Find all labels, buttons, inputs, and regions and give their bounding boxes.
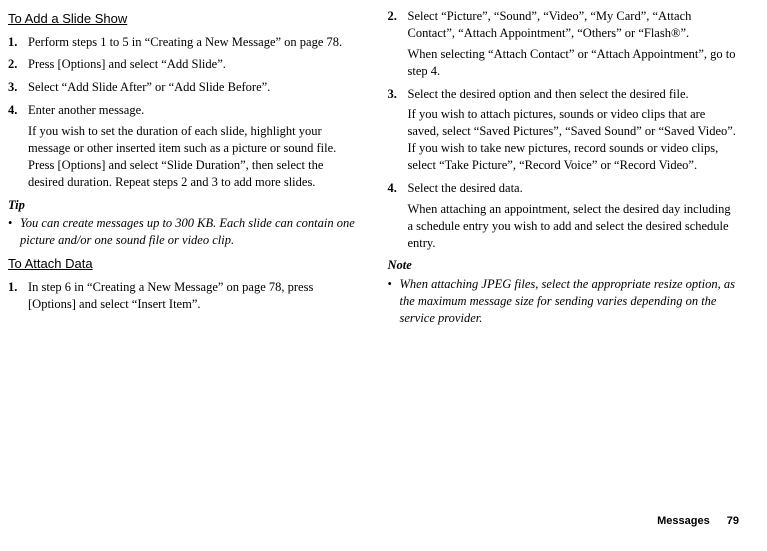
section-title-attach-data: To Attach Data	[8, 255, 360, 273]
footer-section-label: Messages	[657, 515, 710, 527]
step-number: 4.	[388, 180, 397, 197]
step-number: 2.	[8, 56, 17, 73]
note-label: Note	[388, 257, 740, 274]
step-number: 4.	[8, 102, 17, 119]
step-text: Select “Add Slide After” or “Add Slide B…	[28, 79, 360, 96]
list-item: 3. Select the desired option and then se…	[388, 86, 740, 174]
step-text: Perform steps 1 to 5 in “Creating a New …	[28, 34, 360, 51]
bullet-icon: •	[388, 276, 392, 293]
step-subtext: When selecting “Attach Contact” or “Atta…	[408, 46, 740, 80]
step-number: 3.	[8, 79, 17, 96]
step-subtext: If you wish to attach pictures, sounds o…	[408, 106, 740, 174]
note-list: • When attaching JPEG files, select the …	[388, 276, 740, 327]
list-item: 2. Press [Options] and select “Add Slide…	[8, 56, 360, 73]
page-footer: Messages 79	[657, 514, 739, 529]
right-column: 2. Select “Picture”, “Sound”, “Video”, “…	[388, 8, 740, 333]
tip-text: You can create messages up to 300 KB. Ea…	[20, 216, 355, 247]
bullet-icon: •	[8, 215, 12, 232]
tip-label: Tip	[8, 197, 360, 214]
step-subtext: When attaching an appointment, select th…	[408, 201, 740, 252]
note-item: • When attaching JPEG files, select the …	[388, 276, 740, 327]
tip-list: • You can create messages up to 300 KB. …	[8, 215, 360, 249]
section-title-add-slide-show: To Add a Slide Show	[8, 10, 360, 28]
step-subtext: If you wish to set the duration of each …	[28, 123, 360, 191]
step-text: Select the desired option and then selec…	[408, 86, 740, 103]
step-number: 1.	[8, 279, 17, 296]
tip-item: • You can create messages up to 300 KB. …	[8, 215, 360, 249]
list-item: 1. In step 6 in “Creating a New Message”…	[8, 279, 360, 313]
footer-page-number: 79	[727, 515, 739, 527]
attach-data-steps: 1. In step 6 in “Creating a New Message”…	[8, 279, 360, 313]
step-number: 3.	[388, 86, 397, 103]
attach-data-steps-cont: 2. Select “Picture”, “Sound”, “Video”, “…	[388, 8, 740, 251]
add-slide-steps: 1. Perform steps 1 to 5 in “Creating a N…	[8, 34, 360, 191]
step-text: Select the desired data.	[408, 180, 740, 197]
step-text: Press [Options] and select “Add Slide”.	[28, 56, 360, 73]
left-column: To Add a Slide Show 1. Perform steps 1 t…	[8, 8, 360, 333]
step-text: Select “Picture”, “Sound”, “Video”, “My …	[408, 8, 740, 42]
note-text: When attaching JPEG files, select the ap…	[400, 277, 735, 325]
list-item: 2. Select “Picture”, “Sound”, “Video”, “…	[388, 8, 740, 80]
list-item: 1. Perform steps 1 to 5 in “Creating a N…	[8, 34, 360, 51]
list-item: 4. Enter another message. If you wish to…	[8, 102, 360, 190]
step-text: Enter another message.	[28, 102, 360, 119]
list-item: 3. Select “Add Slide After” or “Add Slid…	[8, 79, 360, 96]
step-number: 1.	[8, 34, 17, 51]
step-text: In step 6 in “Creating a New Message” on…	[28, 279, 360, 313]
list-item: 4. Select the desired data. When attachi…	[388, 180, 740, 252]
step-number: 2.	[388, 8, 397, 25]
